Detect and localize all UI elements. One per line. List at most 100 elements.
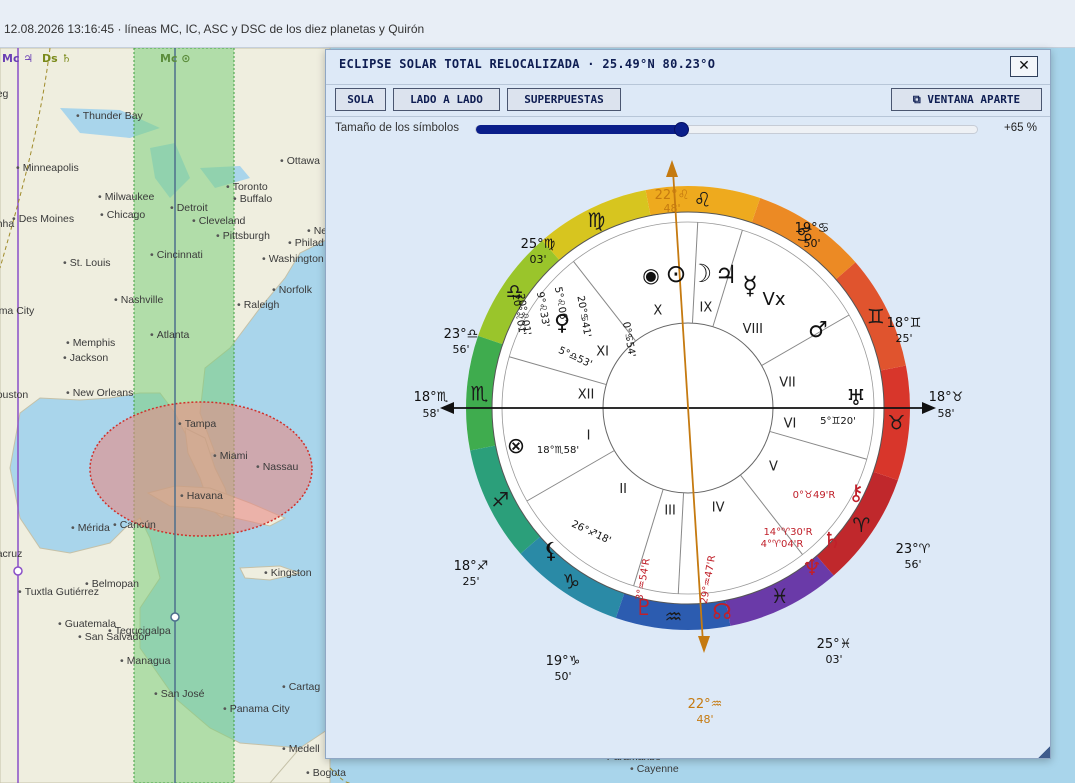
cusp-degree: 25°♍ [521, 237, 556, 252]
slider-fill [476, 125, 683, 134]
cusp-minutes: 03' [529, 253, 546, 266]
house-number: XII [578, 388, 595, 403]
planet-glyph: ⊗ [507, 434, 525, 459]
planet-glyph: ♀ [554, 311, 570, 336]
cusp-minutes: 56' [904, 558, 921, 571]
cusp-minutes: 50' [554, 670, 571, 683]
city-label: St. Louis [63, 257, 111, 269]
planet-glyph: Vx [763, 289, 786, 310]
city-label: San José [154, 688, 205, 700]
line-label-ds-saturn: Ds ♄ [42, 52, 72, 65]
planet-glyph: ☊ [712, 600, 732, 625]
cusp-degree: 25°♓ [817, 637, 852, 652]
city-label: Cincinnati [150, 249, 203, 261]
city-label: Panama City [223, 703, 290, 715]
house-number: VIII [743, 322, 763, 337]
city-label: Toronto [226, 181, 268, 193]
line-label-mc-jupiter: Mc ♃ [2, 52, 34, 65]
zodiac-sign-glyph: ♈ [852, 513, 870, 537]
city-label: Havana [180, 490, 223, 502]
planet-glyph: ☿ [742, 271, 757, 300]
ic-degree: 22°♒ [688, 697, 723, 712]
cusp-degree: 23°♎ [444, 327, 479, 342]
city-label: Cayenne [630, 763, 679, 775]
city-label: Kingston [264, 567, 312, 579]
cusp-degree: 19°♋ [795, 221, 830, 236]
ventana-aparte-button[interactable]: ⧉ VENTANA APARTE [891, 88, 1042, 111]
superpuestas-button[interactable]: SUPERPUESTAS [507, 88, 621, 111]
dsc-degree: 18°♉ [929, 390, 964, 405]
zodiac-sign-glyph: ♓ [771, 584, 789, 608]
top-bar: 12.08.2026 13:16:45 · líneas MC, IC, ASC… [0, 0, 1075, 48]
city-label: Nashville [114, 294, 164, 306]
lado-a-lado-button[interactable]: LADO A LADO [393, 88, 500, 111]
mc-minutes: 48' [663, 202, 680, 215]
city-label: Milwaukee [98, 191, 155, 203]
resize-grip[interactable] [1038, 746, 1050, 758]
zodiac-sign-glyph: ♍ [587, 208, 605, 232]
planet-glyph: ⊙ [666, 259, 687, 288]
city-label: Cartag [282, 681, 321, 693]
dialog-title: ECLIPSE SOLAR TOTAL RELOCALIZADA · 25.49… [339, 57, 716, 71]
cusp-minutes: 25' [895, 332, 912, 345]
city-label: Managua [120, 655, 171, 667]
city-label: Memphis [66, 337, 116, 349]
house-number: III [664, 503, 676, 518]
city-label: Cancún [113, 519, 156, 531]
house-number: V [769, 460, 778, 475]
cusp-minutes: 25' [462, 575, 479, 588]
line-label-mc-sun: Mc ⊙ [160, 52, 191, 65]
house-number: XI [596, 344, 609, 359]
dsc-minutes: 58' [937, 407, 954, 420]
asc-degree: 18°♏ [414, 390, 449, 405]
planet-glyph: ◉ [642, 263, 659, 287]
sola-button[interactable]: SOLA [335, 88, 386, 111]
zodiac-sign-glyph: ♒ [665, 604, 683, 628]
city-label: Medell [282, 743, 320, 755]
slider-handle[interactable] [674, 122, 690, 137]
zodiac-sign-glyph: ♑ [562, 569, 580, 593]
cusp-minutes: 03' [825, 653, 842, 666]
astro-wheel[interactable]: ♈♉♊♋♌♍♎♏♐♑♒♓IIIIII IVVVIVIIVIIIIXXXIXII22… [326, 145, 1050, 750]
city-label: ouston [0, 389, 28, 401]
zodiac-sign-glyph: ♌ [694, 188, 712, 212]
planet-position-label: 4°♈04'R [761, 539, 804, 550]
zodiac-sign-glyph: ♊ [867, 304, 885, 328]
planet-position-label: 14°♈30'R [763, 527, 812, 538]
house-number: II [619, 482, 627, 497]
city-label: Jackson [63, 352, 109, 364]
planet-position-label: 18°♏58' [537, 445, 579, 456]
symbol-size-slider[interactable] [475, 122, 978, 137]
city-label: Pittsburgh [216, 230, 270, 242]
zodiac-sign-glyph: ♉ [888, 410, 906, 434]
divider [326, 116, 1050, 117]
chart-dialog[interactable]: ECLIPSE SOLAR TOTAL RELOCALIZADA · 25.49… [325, 49, 1051, 759]
city-label: Chicago [100, 209, 146, 221]
city-label: Thunder Bay [76, 110, 143, 122]
planet-glyph: ♆ [802, 556, 822, 581]
cusp-degree: 19°♑ [546, 654, 581, 669]
divider [326, 84, 1050, 85]
house-number: IV [712, 500, 725, 515]
cusp-degree: 18°♐ [454, 559, 489, 574]
city-label: eg [0, 88, 8, 100]
cusp-minutes: 56' [452, 343, 469, 356]
asc-minutes: 58' [422, 407, 439, 420]
city-label: Ottawa [280, 155, 320, 167]
city-label: Raleigh [237, 299, 280, 311]
symbol-size-value: +65 % [1004, 122, 1037, 134]
city-label: ma City [0, 305, 34, 317]
city-label: Tuxtla Gutiérrez [18, 586, 99, 598]
house-number: VII [779, 375, 796, 390]
ic-arrow [698, 636, 710, 653]
planet-glyph: ♃ [715, 260, 737, 289]
cusp-minutes: 50' [803, 237, 820, 250]
house-number: VI [784, 416, 797, 431]
planet-position-label: 0°♉49'R [793, 490, 836, 501]
close-button[interactable]: ✕ [1010, 56, 1038, 77]
city-label: Cleveland [192, 215, 246, 227]
city-label: hha [0, 218, 14, 230]
ic-minutes: 48' [696, 713, 713, 726]
city-label: New Orleans [66, 387, 134, 399]
city-label: Bogota [306, 767, 346, 779]
